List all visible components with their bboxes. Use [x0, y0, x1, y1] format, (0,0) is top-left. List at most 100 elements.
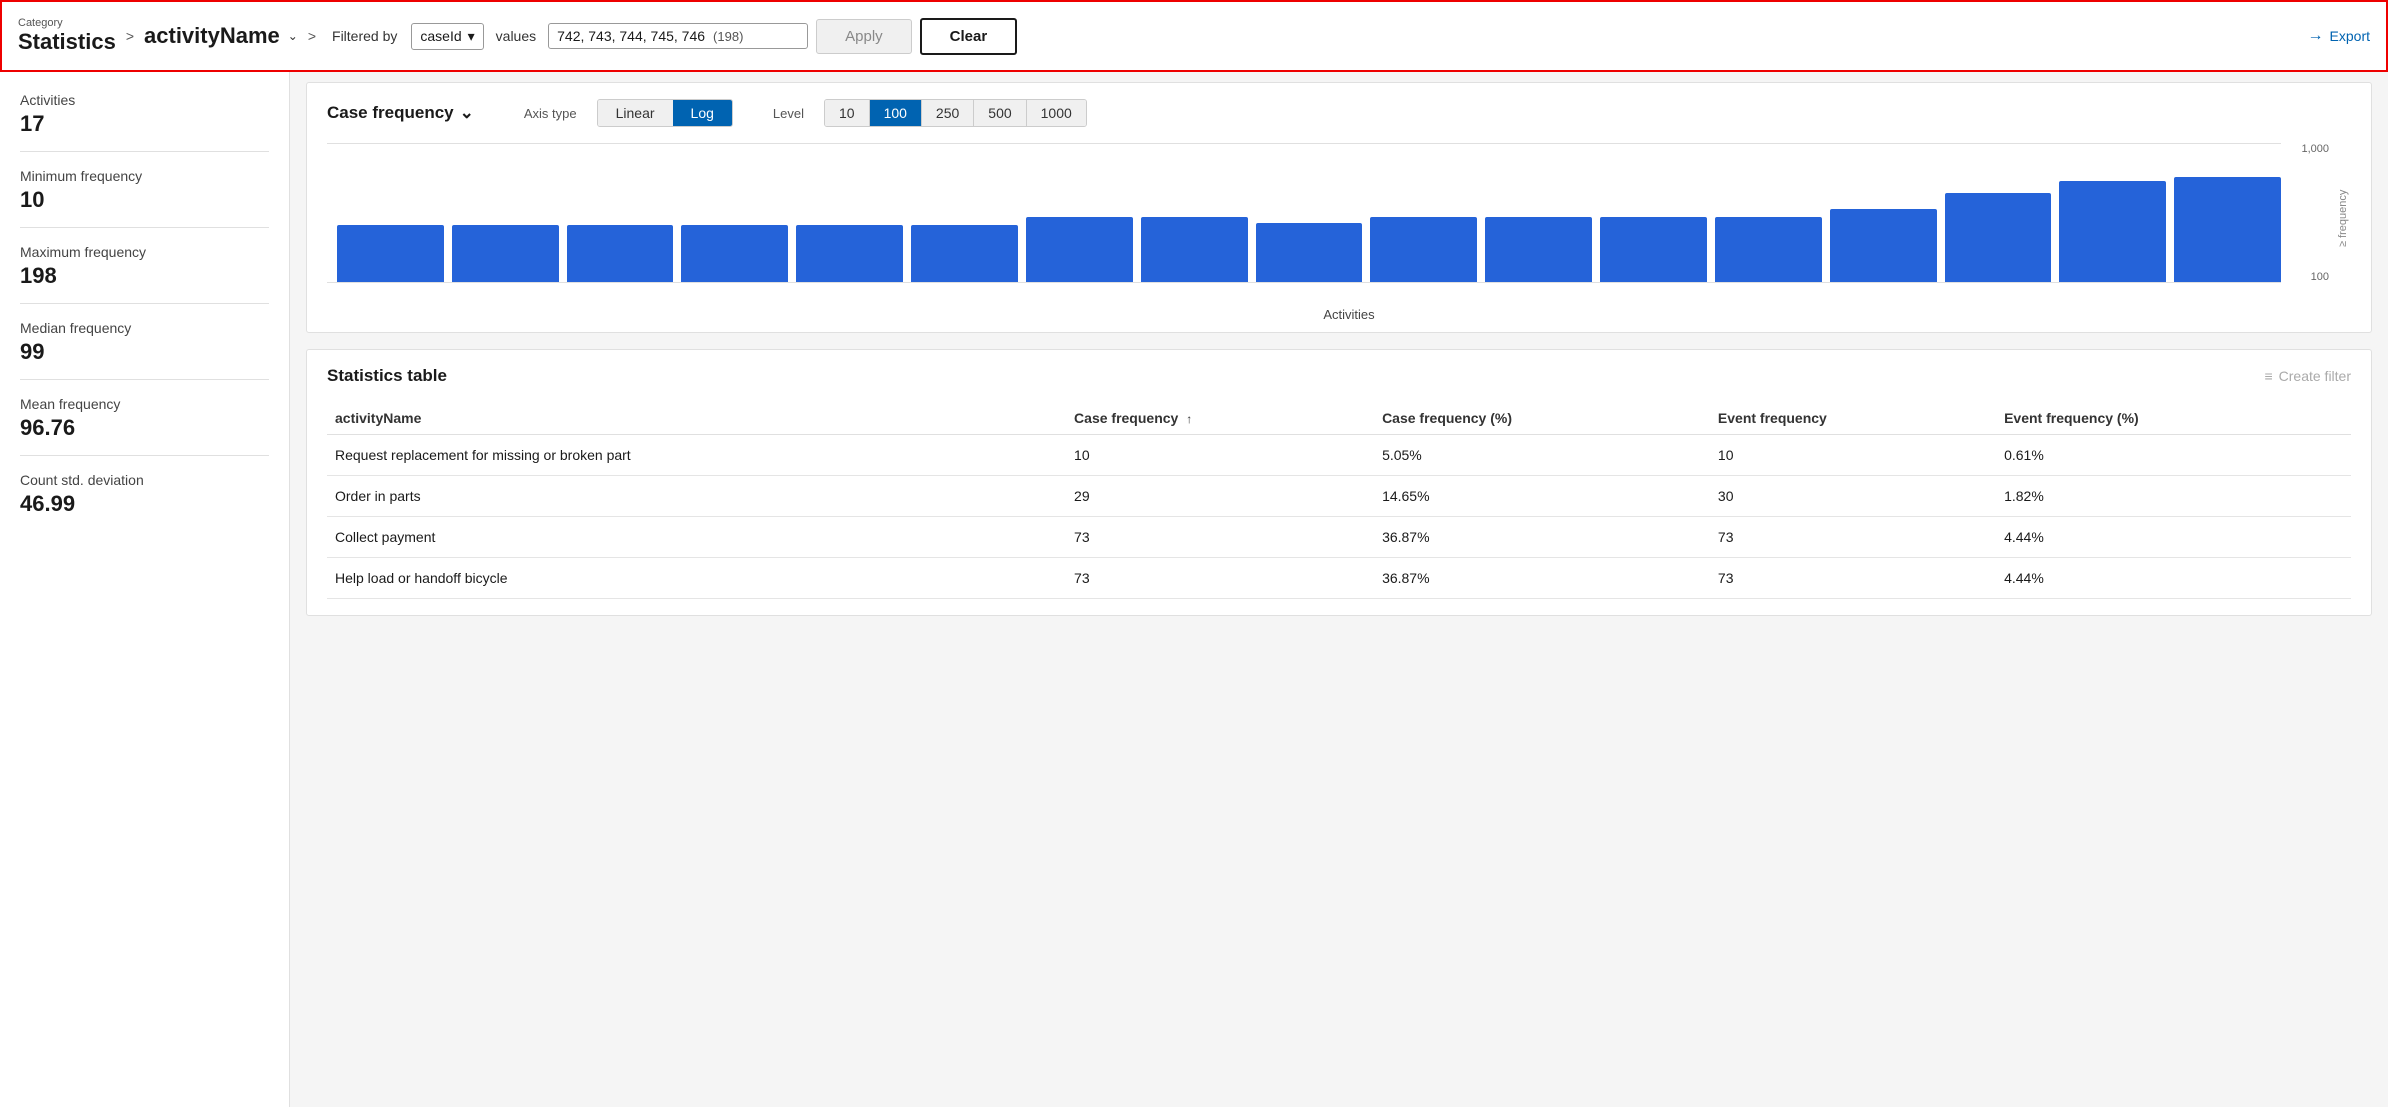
axis-type-label: Axis type [524, 106, 577, 121]
clear-button[interactable]: Clear [920, 18, 1018, 55]
chart-area: 1,000 100 ≥ frequency [327, 143, 2351, 303]
chart-bar [2174, 177, 2281, 283]
chart-bar [452, 225, 559, 283]
cell-case-freq: 29 [1074, 476, 1382, 517]
header: Category Statistics > activityName ⌄ > F… [0, 0, 2388, 72]
stat-median-freq: Median frequency 99 [20, 320, 269, 380]
filtered-by-label: Filtered by [332, 28, 397, 44]
stat-std-dev-label: Count std. deviation [20, 472, 269, 488]
stat-mean-freq: Mean frequency 96.76 [20, 396, 269, 456]
stat-activities-label: Activities [20, 92, 269, 108]
table-header-row: Statistics table ≡ Create filter [327, 366, 2351, 386]
page-title: Statistics [18, 29, 116, 55]
breadcrumb: Category Statistics [18, 17, 116, 55]
create-filter-icon: ≡ [2264, 368, 2272, 384]
chart-bar [1715, 217, 1822, 283]
level-btn-10[interactable]: 10 [825, 100, 870, 126]
stat-max-freq-value: 198 [20, 263, 269, 289]
filter-count: (198) [713, 29, 743, 44]
grid-line-top [327, 143, 2281, 144]
level-btn-100[interactable]: 100 [870, 100, 922, 126]
cell-event-freq: 73 [1718, 517, 2004, 558]
axis-type-buttons: Linear Log [597, 99, 733, 127]
col-event-freq[interactable]: Event frequency [1718, 402, 2004, 435]
export-arrow-icon: → [2308, 27, 2324, 45]
breadcrumb-arrow-1: > [126, 28, 134, 44]
level-btn-500[interactable]: 500 [974, 100, 1026, 126]
chart-bar [337, 225, 444, 283]
col-event-freq-pct[interactable]: Event frequency (%) [2004, 402, 2351, 435]
activity-chevron-icon[interactable]: ⌄ [288, 29, 298, 43]
cell-event-freq: 30 [1718, 476, 2004, 517]
filter-dropdown-icon: ▾ [468, 28, 475, 45]
chart-title: Case frequency ⌄ [327, 103, 474, 123]
chart-bar [1256, 223, 1363, 283]
filter-field-dropdown[interactable]: caseId ▾ [411, 23, 483, 50]
level-btn-1000[interactable]: 1000 [1027, 100, 1086, 126]
grid-line-bottom [327, 282, 2281, 283]
cell-activity: Order in parts [327, 476, 1074, 517]
cell-event-freq-pct: 4.44% [2004, 558, 2351, 599]
cell-event-freq-pct: 4.44% [2004, 517, 2351, 558]
x-axis-label: Activities [327, 307, 2351, 322]
create-filter-label: Create filter [2279, 368, 2351, 384]
cell-event-freq: 10 [1718, 435, 2004, 476]
axis-btn-linear[interactable]: Linear [598, 100, 673, 126]
table-title: Statistics table [327, 366, 447, 386]
level-btn-250[interactable]: 250 [922, 100, 974, 126]
cell-case-freq: 73 [1074, 558, 1382, 599]
sort-arrow-case-freq: ↑ [1186, 412, 1192, 426]
chart-title-text: Case frequency [327, 103, 454, 123]
cell-case-freq: 73 [1074, 517, 1382, 558]
stat-median-freq-label: Median frequency [20, 320, 269, 336]
export-label[interactable]: Export [2330, 28, 2370, 44]
filter-values-text: 742, 743, 744, 745, 746 [557, 28, 705, 44]
chart-bar [567, 225, 674, 283]
cell-case-freq-pct: 36.87% [1382, 558, 1718, 599]
table-row: Help load or handoff bicycle 73 36.87% 7… [327, 558, 2351, 599]
apply-button[interactable]: Apply [816, 19, 912, 54]
stat-min-freq-label: Minimum frequency [20, 168, 269, 184]
cell-event-freq: 73 [1718, 558, 2004, 599]
cell-activity: Collect payment [327, 517, 1074, 558]
activity-name-breadcrumb[interactable]: activityName [144, 23, 280, 49]
y-axis-top: 1,000 [2301, 143, 2329, 155]
stat-mean-freq-value: 96.76 [20, 415, 269, 441]
values-label: values [496, 28, 536, 44]
table-panel: Statistics table ≡ Create filter activit… [306, 349, 2372, 616]
stat-median-freq-value: 99 [20, 339, 269, 365]
col-case-freq[interactable]: Case frequency ↑ [1074, 402, 1382, 435]
cell-activity: Help load or handoff bicycle [327, 558, 1074, 599]
chart-bar [1370, 217, 1477, 283]
col-activity-name[interactable]: activityName [327, 402, 1074, 435]
export-section: → Export [2308, 27, 2370, 45]
chart-bar [911, 225, 1018, 283]
breadcrumb-arrow-2: > [308, 28, 316, 44]
col-case-freq-pct[interactable]: Case frequency (%) [1382, 402, 1718, 435]
cell-activity: Request replacement for missing or broke… [327, 435, 1074, 476]
content-area: Case frequency ⌄ Axis type Linear Log Le… [290, 72, 2388, 1107]
stat-std-dev-value: 46.99 [20, 491, 269, 517]
chart-title-chevron[interactable]: ⌄ [460, 103, 474, 123]
cell-event-freq-pct: 1.82% [2004, 476, 2351, 517]
stat-min-freq: Minimum frequency 10 [20, 168, 269, 228]
chart-bar [2059, 181, 2166, 283]
main-layout: Activities 17 Minimum frequency 10 Maxim… [0, 72, 2388, 1107]
create-filter-button[interactable]: ≡ Create filter [2264, 368, 2351, 384]
y-axis-title: ≥ frequency [2337, 153, 2349, 283]
stat-mean-freq-label: Mean frequency [20, 396, 269, 412]
cell-case-freq-pct: 5.05% [1382, 435, 1718, 476]
axis-btn-log[interactable]: Log [673, 100, 732, 126]
level-label: Level [773, 106, 804, 121]
filter-values-input[interactable]: 742, 743, 744, 745, 746 (198) [548, 23, 808, 49]
stat-activities: Activities 17 [20, 92, 269, 152]
chart-bar [1141, 217, 1248, 283]
chart-header: Case frequency ⌄ Axis type Linear Log Le… [327, 99, 2351, 127]
level-buttons: 10 100 250 500 1000 [824, 99, 1087, 127]
stat-max-freq: Maximum frequency 198 [20, 244, 269, 304]
y-axis-mid: 100 [2311, 271, 2329, 283]
table-row: Collect payment 73 36.87% 73 4.44% [327, 517, 2351, 558]
table-row: Order in parts 29 14.65% 30 1.82% [327, 476, 2351, 517]
chart-bar [1945, 193, 2052, 283]
cell-case-freq-pct: 14.65% [1382, 476, 1718, 517]
